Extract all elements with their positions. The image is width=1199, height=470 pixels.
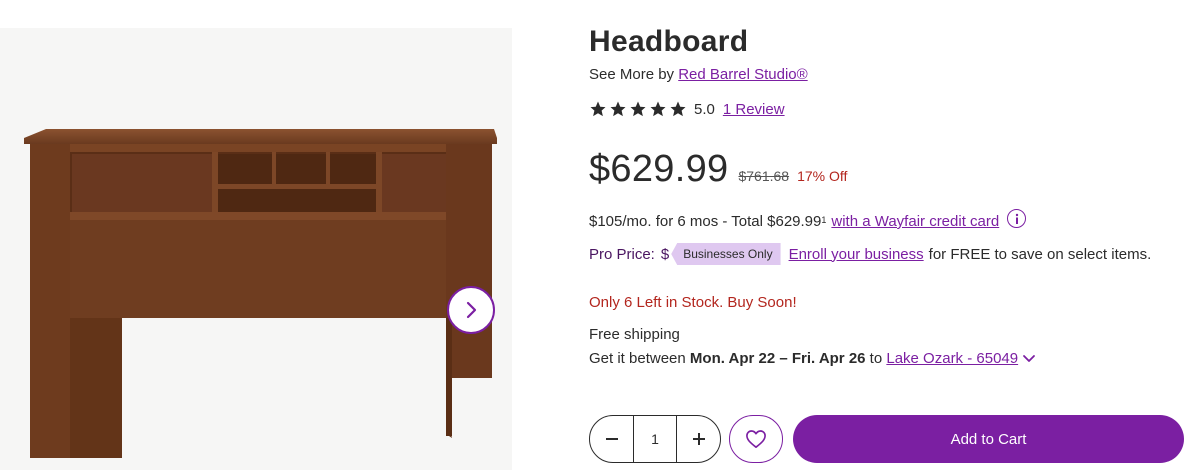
see-more-prefix: See More by [589, 66, 675, 83]
star-icon [630, 101, 646, 117]
next-image-button[interactable] [447, 286, 495, 334]
heart-icon [746, 430, 766, 448]
quantity-stepper [589, 415, 721, 463]
plus-icon [692, 433, 705, 445]
rating-stars [589, 100, 687, 118]
rating-value: 5.0 [694, 100, 715, 118]
stock-message: Only 6 Left in Stock. Buy Soon! [589, 294, 797, 311]
chevron-down-icon[interactable] [1022, 354, 1036, 364]
was-price: $761.68 [738, 168, 790, 184]
product-info: Headboard See More by Red Barrel Studio®… [589, 0, 1189, 470]
delivery-to: to [865, 350, 887, 367]
delivery-location-link[interactable]: Lake Ozark - 65049 [886, 350, 1018, 367]
info-glyph [1015, 213, 1018, 224]
businesses-only-badge: Businesses Only [671, 243, 781, 265]
financing-text: $105/mo. for 6 mos - Total $629.99 [589, 213, 822, 230]
financing-line: $105/mo. for 6 mos - Total $629.99 1 wit… [589, 209, 1027, 231]
decrease-quantity-button[interactable] [590, 416, 633, 462]
add-to-favorites-button[interactable] [729, 415, 783, 463]
star-icon [610, 101, 626, 117]
product-photo [24, 129, 497, 458]
delivery-estimate: Get it between Mon. Apr 22 – Fri. Apr 26… [589, 350, 1036, 367]
enroll-business-link[interactable]: Enroll your business [789, 246, 924, 263]
reviews-link[interactable]: 1 Review [723, 101, 785, 118]
delivery-prefix: Get it between [589, 350, 690, 367]
delivery-dates: Mon. Apr 22 – Fri. Apr 26 [689, 350, 866, 367]
star-icon [670, 101, 686, 117]
product-title: Headboard [589, 25, 749, 58]
product-image-panel [0, 28, 512, 470]
credit-card-link[interactable]: with a Wayfair credit card [831, 213, 999, 230]
pro-price-tail: for FREE to save on select items. [928, 245, 1152, 263]
pro-price-masked: $ [660, 245, 670, 263]
financing-footnote: 1 [821, 214, 827, 225]
info-icon[interactable] [1007, 209, 1027, 228]
pro-price-row: Pro Price: $ Businesses Only Enroll your… [589, 243, 1151, 265]
add-to-cart-button[interactable]: Add to Cart [793, 415, 1184, 463]
rating-row: 5.0 1 Review [589, 100, 785, 118]
shipping-label: Free shipping [589, 326, 680, 343]
see-more-line: See More by Red Barrel Studio® [589, 66, 808, 83]
star-icon [650, 101, 666, 117]
chevron-right-icon [466, 301, 477, 319]
minus-icon [605, 438, 618, 440]
star-icon [590, 101, 606, 117]
current-price: $629.99 [589, 148, 729, 190]
brand-link[interactable]: Red Barrel Studio® [678, 66, 807, 83]
quantity-input[interactable] [633, 416, 677, 462]
price-row: $629.99 $761.68 17% Off [589, 148, 847, 191]
pro-price-label: Pro Price: [589, 245, 655, 263]
increase-quantity-button[interactable] [677, 416, 720, 462]
discount-label: 17% Off [797, 168, 848, 184]
